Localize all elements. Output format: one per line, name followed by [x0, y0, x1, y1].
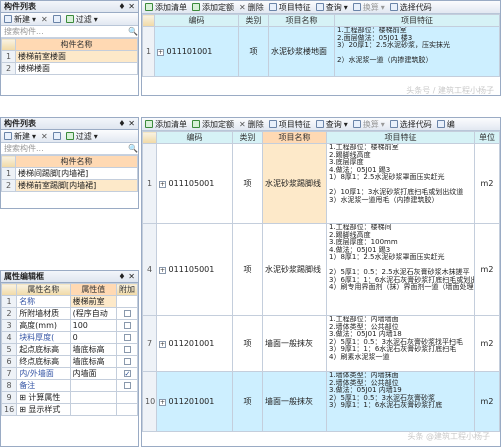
attach-checkbox[interactable]: [123, 334, 131, 341]
item-feature-button[interactable]: 项目特征: [268, 2, 311, 13]
add-bill-button[interactable]: 添加清单: [145, 2, 187, 13]
query-button[interactable]: 查询 ▾: [315, 119, 348, 130]
col-name[interactable]: 项目名称: [262, 131, 327, 144]
attach-checkbox-checked[interactable]: [123, 370, 131, 377]
expand-icon[interactable]: +: [159, 267, 166, 274]
panel-title-text: 构件列表: [4, 119, 36, 128]
table-row[interactable]: 10 + 011201001 项 墙面一般抹灰 1.墙体类型：内墙抹面 2.墙体…: [142, 371, 500, 432]
select-code-button[interactable]: 选择代码: [389, 2, 432, 13]
delete-icon[interactable]: ✕: [41, 132, 48, 141]
main-item-grid-panel: 添加清单 添加定额 ✕ 删除 项目特征 查询 ▾ 换算 ▾ 选择代码 编 编码 类别 项目…: [141, 117, 501, 447]
col-attach: 附加: [116, 283, 138, 296]
col-unit[interactable]: 单位: [474, 131, 500, 144]
panel-title: 构件列表 ♦ ✕: [1, 1, 138, 13]
filter-button[interactable]: 过滤 ▾: [65, 131, 98, 142]
table-row[interactable]: 1 + 011101001 项 水泥砂浆楼地面 1.工程部位：楼梯前室 2.面层…: [142, 26, 500, 77]
copy-icon[interactable]: [52, 132, 61, 140]
edit-button[interactable]: 编: [436, 119, 455, 130]
row-name[interactable]: 楼梯楼面: [15, 62, 138, 75]
property-row[interactable]: 2 所附墙材质 (程序自动: [0, 307, 138, 320]
panel-title-text: 构件列表: [4, 2, 36, 11]
table-row[interactable]: 1 楼梯前室楼面: [1, 50, 138, 63]
select-code-button[interactable]: 选择代码: [389, 119, 432, 130]
table-row[interactable]: 1 楼梯间踢脚[内墙裙]: [1, 167, 138, 180]
table-row[interactable]: 1 + 011105001 项 水泥砂浆踢脚线 1.工程部位：楼梯前室 2.踢脚…: [142, 143, 500, 224]
pin-close-icons[interactable]: ♦ ✕: [118, 2, 135, 11]
column-header-name[interactable]: 构件名称: [15, 38, 138, 51]
col-prop-value: 属性值: [69, 283, 118, 296]
col-feature[interactable]: 项目特征: [326, 131, 475, 144]
table-row[interactable]: 7 + 011201001 项 墙面一般抹灰 1.工程部位：内墙墙面 2.墙体类…: [142, 315, 500, 372]
watermark: 头条号 / 建筑工程小杨子: [406, 86, 494, 95]
add-quota-button[interactable]: 添加定额: [192, 119, 234, 130]
expand-icon[interactable]: +: [157, 49, 164, 56]
panel-toolbar: 新建 ▾ ✕ 过滤 ▾: [1, 13, 138, 26]
delete-button[interactable]: ✕ 删除: [239, 119, 264, 130]
col-type[interactable]: 类别: [232, 131, 263, 144]
property-editor-panel: 属性编辑框 ♦ ✕ 属性名称 属性值 附加 1 名称 楼梯前室 2 所附墙材质 (程序自动 3…: [0, 270, 139, 447]
new-icon: [4, 15, 12, 23]
property-row[interactable]: 8 备注: [0, 379, 138, 392]
expand-icon[interactable]: +: [159, 181, 166, 188]
table-row[interactable]: 2 楼梯楼面: [1, 62, 138, 75]
property-row[interactable]: 4 块料厚度(0: [0, 331, 138, 344]
attach-checkbox[interactable]: [123, 358, 131, 365]
property-row[interactable]: 7 内/外墙面 内墙面: [0, 367, 138, 380]
attach-checkbox[interactable]: [123, 346, 131, 353]
new-button[interactable]: 新建 ▾: [4, 131, 36, 142]
pin-close-icons[interactable]: ♦ ✕: [118, 272, 135, 281]
new-button[interactable]: 新建 ▾: [4, 14, 36, 25]
property-row[interactable]: 1 名称 楼梯前室: [0, 295, 138, 308]
delete-button[interactable]: ✕ 删除: [239, 2, 264, 13]
item-feature-button[interactable]: 项目特征: [268, 119, 311, 130]
add-bill-button[interactable]: 添加清单: [145, 119, 187, 130]
delete-icon[interactable]: ✕: [41, 15, 48, 24]
table-row[interactable]: 2 楼梯前室踢脚[内墙裙]: [1, 179, 138, 192]
attach-checkbox[interactable]: [123, 382, 131, 389]
col-name[interactable]: 项目名称: [268, 14, 335, 27]
convert-button[interactable]: 换算 ▾: [352, 2, 385, 13]
convert-button[interactable]: 换算 ▾: [352, 119, 385, 130]
copy-icon[interactable]: [52, 15, 61, 23]
col-code[interactable]: 编码: [156, 131, 233, 144]
pin-close-icons[interactable]: ♦ ✕: [118, 119, 135, 128]
grid-toolbar: 添加清单 添加定额 ✕ 删除 项目特征 查询 ▾ 换算 ▾ 选择代码 编: [142, 118, 500, 131]
col-type[interactable]: 类别: [238, 14, 269, 27]
filter-icon: [65, 15, 74, 23]
add-quota-button[interactable]: 添加定额: [192, 2, 234, 13]
top-item-grid-panel: 添加清单 添加定额 ✕ 删除 项目特征 查询 ▾ 换算 ▾ 选择代码 编码 类别 项目名称…: [141, 0, 501, 96]
row-name[interactable]: 楼梯前室楼面: [15, 50, 138, 63]
property-row[interactable]: 3 高度(mm) 100: [0, 319, 138, 332]
col-feature[interactable]: 项目特征: [334, 14, 500, 27]
expand-icon[interactable]: +: [159, 341, 166, 348]
search-input[interactable]: 搜索构件... 🔍: [1, 26, 138, 38]
property-group-row[interactable]: 16 ⊞ 显示样式: [0, 403, 138, 416]
expand-icon[interactable]: +: [159, 399, 166, 406]
grid-toolbar: 添加清单 添加定额 ✕ 删除 项目特征 查询 ▾ 换算 ▾ 选择代码: [142, 1, 500, 14]
attach-checkbox[interactable]: [123, 322, 131, 329]
filter-button[interactable]: 过滤 ▾: [65, 14, 98, 25]
search-icon[interactable]: 🔍: [128, 27, 138, 36]
col-code[interactable]: 编码: [154, 14, 239, 27]
property-row[interactable]: 6 终点底标高 墙底标高: [0, 355, 138, 368]
component-list-panel: 构件列表 ♦ ✕ 新建 ▾ ✕ 过滤 ▾ 搜索构件... 🔍 构件名称 1 楼梯间踢脚[内…: [0, 117, 139, 209]
table-row[interactable]: 4 + 011105001 项 水泥砂浆踢脚线 1.工程部位：楼梯间 2.踢脚线…: [142, 223, 500, 316]
col-prop-name: 属性名称: [16, 283, 71, 296]
search-icon[interactable]: 🔍: [128, 144, 138, 153]
query-button[interactable]: 查询 ▾: [315, 2, 348, 13]
property-row[interactable]: 5 起点底标高 墙底标高: [0, 343, 138, 356]
column-header-name[interactable]: 构件名称: [15, 155, 138, 168]
search-input[interactable]: 搜索构件... 🔍: [1, 143, 138, 155]
attach-checkbox[interactable]: [123, 310, 131, 317]
watermark: 头条 @建筑工程小杨子: [407, 432, 490, 441]
panel-title-text: 属性编辑框: [4, 272, 44, 281]
property-group-row[interactable]: 9 ⊞ 计算属性: [0, 391, 138, 404]
top-component-list-panel: 构件列表 ♦ ✕ 新建 ▾ ✕ 过滤 ▾ 搜索构件... 🔍 构件名称 1 楼梯前室楼面 …: [0, 0, 139, 96]
